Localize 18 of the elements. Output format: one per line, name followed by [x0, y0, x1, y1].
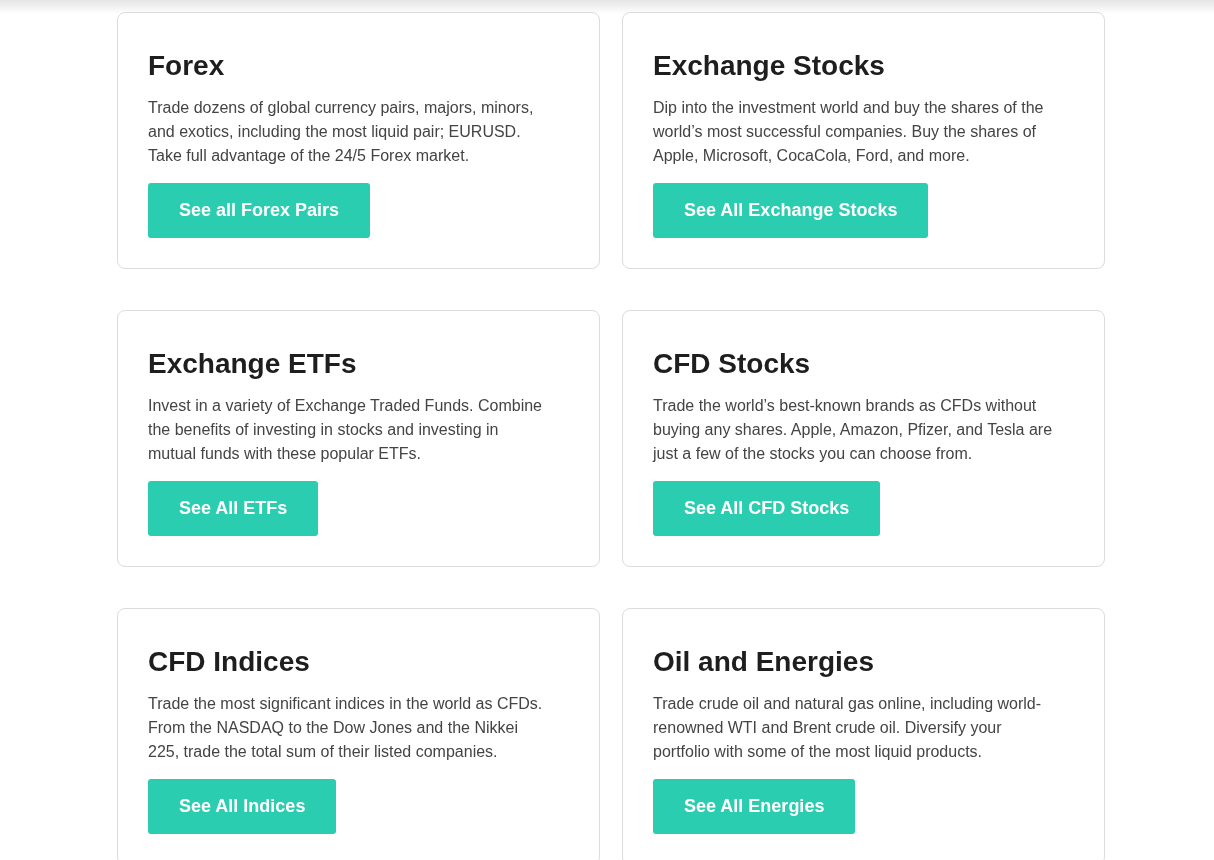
card-description: Trade dozens of global currency pairs, majors, minors, and exotics, including the most liquid pair; EURUSD. Take full advantage of the 24/5 Forex market. — [148, 98, 535, 166]
see-all-button[interactable]: See All Exchange Stocks — [653, 183, 929, 238]
see-all-button[interactable]: See All ETFs — [148, 481, 319, 536]
see-all-button[interactable]: See All CFD Stocks — [653, 481, 881, 536]
card-title: Forex — [148, 49, 225, 83]
card-title: CFD Indices — [148, 645, 310, 679]
see-all-button[interactable]: See all Forex Pairs — [148, 183, 371, 238]
see-all-button[interactable]: See All Energies — [653, 779, 856, 834]
card-description: Trade crude oil and natural gas online, including world-renowned WTI and Brent crude oil. Diversify your portfolio with some of the most liquid products. — [653, 694, 1043, 762]
card-title: Exchange Stocks — [653, 49, 885, 83]
card-description: Trade the world’s best-known brands as CFDs without buying any shares. Apple, Amazon, Pfizer, and Tesla are just a few of the stocks you can choose from. — [653, 396, 1054, 464]
card-description: Dip into the investment world and buy the shares of the world’s most successful companies. Buy the shares of Apple, Microsoft, CocaCola, Ford, and more. — [653, 98, 1045, 166]
see-all-button[interactable]: See All Indices — [148, 779, 337, 834]
card-title: CFD Stocks — [653, 347, 811, 381]
card-title: Exchange ETFs — [148, 347, 357, 381]
card-description: Invest in a variety of Exchange Traded Funds. Combine the benefits of investing in stocks and investing in mutual funds with these popular ETFs. — [148, 396, 543, 464]
card-description: Trade the most significant indices in the world as CFDs. From the NASDAQ to the Dow Jones and the Nikkei 225, trade the total sum of their listed companies. — [148, 694, 544, 762]
card-title: Oil and Energies — [653, 645, 874, 679]
